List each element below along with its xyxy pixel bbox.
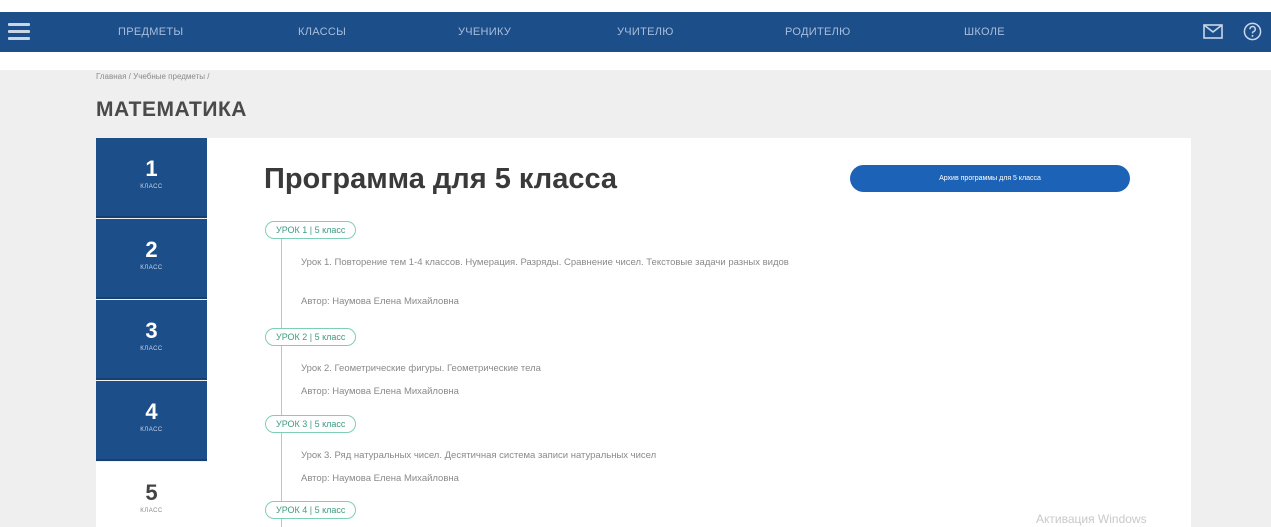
- nav-item-classes[interactable]: КЛАССЫ: [298, 12, 346, 52]
- nav-item-teacher[interactable]: УЧИТЕЛЮ: [617, 12, 674, 52]
- grade-number: 1: [145, 156, 158, 181]
- grade-number: 5: [145, 480, 158, 505]
- grade-tab-1[interactable]: 1 КЛАСС: [96, 138, 207, 218]
- grade-number: 2: [145, 237, 158, 262]
- grade-tab-3[interactable]: 3 КЛАСС: [96, 300, 207, 380]
- hamburger-icon[interactable]: [8, 23, 30, 41]
- nav-item-subjects[interactable]: ПРЕДМЕТЫ: [118, 12, 183, 52]
- lesson-tag-3[interactable]: УРОК 3 | 5 класс: [265, 415, 357, 433]
- lesson-tag-1[interactable]: УРОК 1 | 5 класс: [265, 221, 357, 239]
- program-panel: Программа для 5 класса Архив программы д…: [207, 138, 1191, 527]
- grade-label: КЛАСС: [140, 184, 163, 190]
- lesson-tag-4[interactable]: УРОК 4 | 5 класс: [265, 501, 357, 519]
- breadcrumb-home[interactable]: Главная: [96, 72, 126, 81]
- grade-label: КЛАСС: [140, 265, 163, 271]
- grade-number: 3: [145, 318, 158, 343]
- grade-number: 4: [145, 399, 158, 424]
- grade-tab-5[interactable]: 5 КЛАСС: [96, 462, 207, 527]
- lesson-author-1: Автор: Наумова Елена Михайловна: [301, 296, 459, 307]
- program-title: Программа для 5 класса: [264, 163, 618, 195]
- lesson-author-2: Автор: Наумова Елена Михайловна: [301, 386, 459, 397]
- page-title: МАТЕМАТИКА: [96, 98, 247, 121]
- lesson-tag-2[interactable]: УРОК 2 | 5 класс: [265, 328, 357, 346]
- grade-label: КЛАСС: [140, 427, 163, 433]
- lesson-title-3[interactable]: Урок 3. Ряд натуральных чисел. Десятична…: [301, 450, 1001, 461]
- grade-label: КЛАСС: [140, 508, 163, 514]
- nav-item-parent[interactable]: РОДИТЕЛЮ: [785, 12, 851, 52]
- main-navbar: ПРЕДМЕТЫ КЛАССЫ УЧЕНИКУ УЧИТЕЛЮ РОДИТЕЛЮ…: [0, 12, 1271, 52]
- windows-activation-watermark: Активация Windows: [1036, 512, 1147, 526]
- breadcrumb-subjects[interactable]: Учебные предметы: [133, 72, 205, 81]
- grade-label: КЛАСС: [140, 346, 163, 352]
- lesson-title-2[interactable]: Урок 2. Геометрические фигуры. Геометрич…: [301, 363, 1001, 374]
- archive-button[interactable]: Архив программы для 5 класса: [850, 165, 1130, 192]
- nav-item-student[interactable]: УЧЕНИКУ: [458, 12, 511, 52]
- breadcrumb: Главная / Учебные предметы /: [96, 72, 210, 81]
- lesson-author-3: Автор: Наумова Елена Михайловна: [301, 473, 459, 484]
- timeline-line: [281, 228, 282, 527]
- grade-tab-2[interactable]: 2 КЛАСС: [96, 219, 207, 299]
- mail-icon[interactable]: [1203, 24, 1223, 39]
- grade-tab-4[interactable]: 4 КЛАСС: [96, 381, 207, 461]
- nav-item-school[interactable]: ШКОЛЕ: [964, 12, 1005, 52]
- help-icon[interactable]: [1243, 22, 1262, 41]
- lesson-title-1[interactable]: Урок 1. Повторение тем 1-4 классов. Нуме…: [301, 257, 1001, 268]
